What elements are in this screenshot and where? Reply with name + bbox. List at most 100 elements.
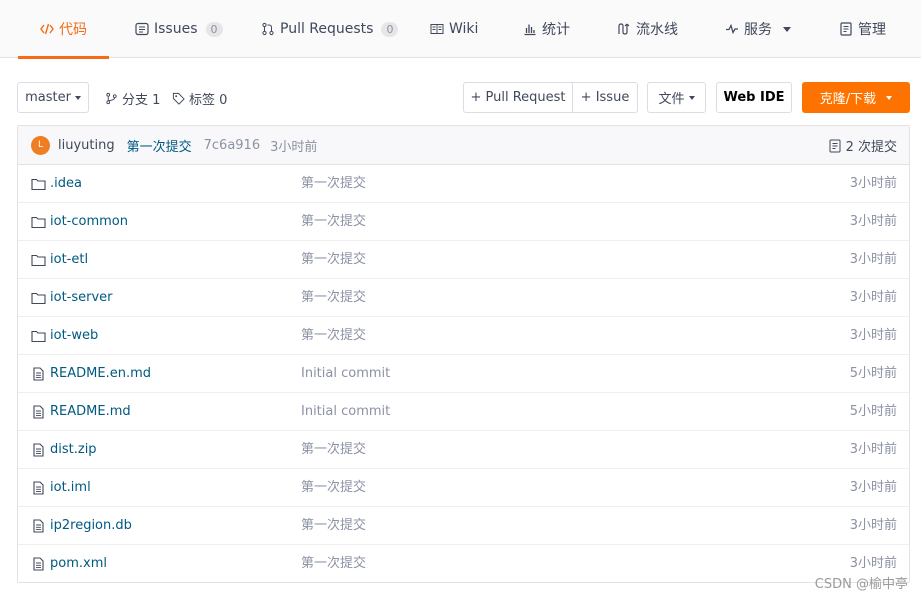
watermark: CSDN @榆中亭	[814, 577, 908, 592]
table-row: iot-web 第一次提交 3小时前	[18, 317, 909, 355]
code-icon	[40, 23, 54, 35]
branches-link[interactable]: 分支 1	[105, 89, 160, 108]
folder-icon	[31, 253, 46, 267]
tab-label: Wiki	[449, 21, 479, 37]
table-row: ip2region.db 第一次提交 3小时前	[18, 507, 909, 545]
file-commit-message[interactable]: 第一次提交	[301, 203, 366, 241]
folder-icon	[31, 291, 46, 305]
file-icon	[31, 443, 46, 457]
file-name-link[interactable]: pom.xml	[50, 545, 107, 583]
table-row: iot-etl 第一次提交 3小时前	[18, 241, 909, 279]
file-list: L liuyuting 第一次提交 7c6a916 3小时前 2 次提交 .id…	[17, 125, 910, 583]
tab-wiki[interactable]: Wiki	[430, 0, 478, 58]
tab-label: 统计	[542, 22, 570, 38]
chevron-down-icon	[688, 95, 695, 100]
file-commit-time: 3小时前	[849, 328, 897, 343]
tab-issues[interactable]: Issues 0	[135, 0, 223, 58]
branch-select[interactable]: master	[17, 82, 89, 113]
folder-icon	[31, 329, 46, 343]
file-commit-time: 5小时前	[849, 366, 897, 381]
manage-icon	[840, 22, 852, 36]
commit-message[interactable]: 第一次提交	[127, 136, 192, 155]
table-row: README.en.md Initial commit 5小时前	[18, 355, 909, 393]
file-commit-time: 3小时前	[849, 290, 897, 305]
clone-download-label: 克隆/下载	[819, 92, 877, 107]
tab-statistics[interactable]: 统计	[523, 0, 570, 58]
tab-label: Issues	[154, 21, 198, 37]
file-commit-time: 5小时前	[849, 404, 897, 419]
file-name-link[interactable]: ip2region.db	[50, 507, 132, 545]
avatar[interactable]: L	[31, 135, 50, 155]
file-commit-message[interactable]: Initial commit	[301, 393, 390, 431]
files-dropdown[interactable]: 文件	[647, 82, 706, 113]
chevron-down-icon	[886, 95, 893, 100]
tab-pipeline[interactable]: 流水线	[617, 0, 678, 58]
branches-count: 分支 1	[122, 93, 161, 108]
file-commit-message[interactable]: 第一次提交	[301, 241, 366, 279]
file-name-link[interactable]: .idea	[50, 165, 82, 203]
file-name-link[interactable]: iot-etl	[50, 241, 88, 279]
issues-icon	[135, 22, 149, 36]
pulse-icon	[726, 23, 738, 35]
tab-label: 服务	[744, 22, 772, 38]
commit-author[interactable]: liuyuting	[58, 138, 115, 153]
commit-sha[interactable]: 7c6a916	[204, 138, 260, 153]
file-commit-message[interactable]: 第一次提交	[301, 279, 366, 317]
chevron-down-icon	[74, 95, 81, 100]
file-icon	[31, 557, 46, 571]
issues-count-badge: 0	[205, 21, 223, 37]
table-row: pom.xml 第一次提交 3小时前	[18, 545, 909, 583]
tab-pull-requests[interactable]: Pull Requests 0	[261, 0, 399, 58]
folder-icon	[31, 177, 46, 191]
file-commit-time: 3小时前	[849, 176, 897, 191]
file-commit-message[interactable]: 第一次提交	[301, 317, 366, 355]
web-ide-button[interactable]: Web IDE	[716, 82, 792, 113]
clone-download-button[interactable]: 克隆/下载	[802, 82, 910, 113]
table-row: iot-common 第一次提交 3小时前	[18, 203, 909, 241]
file-name-link[interactable]: iot-common	[50, 203, 128, 241]
file-commit-message[interactable]: 第一次提交	[301, 431, 366, 469]
files-label: 文件	[658, 92, 685, 107]
tags-count: 标签 0	[189, 93, 228, 108]
tag-icon	[172, 92, 185, 105]
tab-label: Pull Requests	[280, 21, 374, 37]
table-row: README.md Initial commit 5小时前	[18, 393, 909, 431]
tab-label: 流水线	[636, 22, 678, 38]
file-commit-time: 3小时前	[849, 480, 897, 495]
wiki-icon	[430, 24, 444, 34]
file-name-link[interactable]: iot-server	[50, 279, 113, 317]
file-name-link[interactable]: dist.zip	[50, 431, 97, 469]
tab-manage[interactable]: 管理	[839, 0, 886, 58]
folder-icon	[31, 215, 46, 229]
file-commit-message[interactable]: Initial commit	[301, 355, 390, 393]
file-commit-message[interactable]: 第一次提交	[301, 469, 366, 507]
file-name-link[interactable]: iot-web	[50, 317, 98, 355]
commit-time: 3小时前	[270, 139, 318, 155]
tab-code[interactable]: 代码	[18, 0, 109, 59]
chevron-down-icon	[783, 26, 791, 32]
file-commit-message[interactable]: 第一次提交	[301, 507, 366, 545]
commit-count-link[interactable]: 2 次提交	[829, 126, 897, 165]
new-issue-button[interactable]: + Issue	[572, 82, 638, 113]
chart-icon	[524, 24, 536, 36]
file-name-link[interactable]: iot.iml	[50, 469, 91, 507]
file-name-link[interactable]: README.en.md	[50, 355, 151, 393]
pull-request-icon	[262, 22, 274, 36]
table-row: iot.iml 第一次提交 3小时前	[18, 469, 909, 507]
file-commit-time: 3小时前	[849, 518, 897, 533]
file-icon	[31, 481, 46, 495]
file-icon	[31, 405, 46, 419]
pull-requests-count-badge: 0	[381, 21, 399, 37]
new-pull-request-button[interactable]: + Pull Request	[463, 82, 573, 113]
file-icon	[31, 519, 46, 533]
tags-link[interactable]: 标签 0	[172, 89, 227, 108]
tab-label: 代码	[59, 22, 87, 38]
new-issue-label: + Issue	[580, 90, 630, 105]
file-commit-time: 3小时前	[849, 252, 897, 267]
latest-commit-bar: L liuyuting 第一次提交 7c6a916 3小时前 2 次提交	[18, 126, 909, 165]
tab-services[interactable]: 服务	[725, 0, 791, 58]
file-commit-message[interactable]: 第一次提交	[301, 545, 366, 583]
file-name-link[interactable]: README.md	[50, 393, 131, 431]
file-commit-message[interactable]: 第一次提交	[301, 165, 366, 203]
table-row: .idea 第一次提交 3小时前	[18, 165, 909, 203]
